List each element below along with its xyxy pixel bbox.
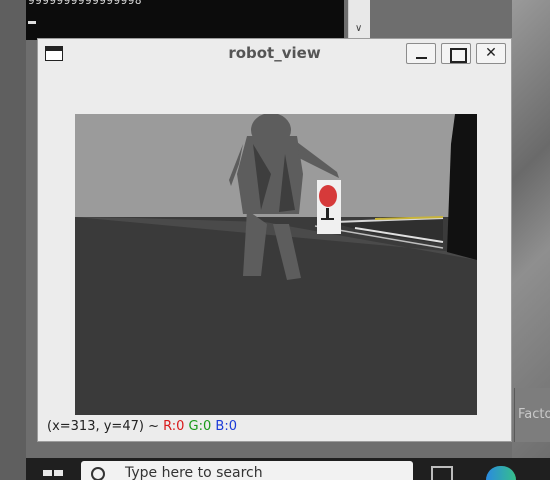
minimize-button[interactable] [406,43,436,64]
red-value: R:0 [163,419,185,434]
terminal-output: 9999999999999998 [28,0,142,7]
desktop-left-edge [0,0,26,480]
background-app-panel: Facto [514,388,550,442]
maximize-button[interactable] [441,43,471,64]
terminal-cursor [28,21,36,24]
camera-scene [75,114,477,415]
pixel-info-status: (x=313, y=47) ~ R:0 G:0 B:0 [47,419,237,434]
close-icon[interactable]: ✕ [485,45,497,61]
cursor-coords: (x=313, y=47) ~ [47,419,164,434]
taskbar-search[interactable]: Type here to search [81,461,413,480]
window-titlebar[interactable]: robot_view ✕ [38,39,511,67]
scene-floor [75,217,477,415]
background-app-text: Facto [518,407,550,422]
blue-value: B:0 [215,419,237,434]
scroll-down-arrow-icon[interactable]: ∨ [355,24,362,34]
browser-icon[interactable] [486,466,516,480]
stop-sign-icon [319,185,337,207]
terminal-scrollbar[interactable]: ∨ [348,0,370,40]
search-icon [91,467,105,480]
search-placeholder: Type here to search [125,465,263,480]
camera-image-view[interactable] [75,114,477,415]
windows-icon[interactable] [43,470,63,480]
robot-view-window: robot_view ✕ (x=313, y=47) ~ R:0 G:0 B:0 [37,38,512,442]
terminal-window: 9999999999999998 ∨ [26,0,370,40]
green-value: G:0 [188,419,212,434]
file-explorer-icon[interactable] [431,466,453,480]
close-button[interactable]: ✕ [476,43,506,64]
taskbar: Type here to search [26,458,550,480]
